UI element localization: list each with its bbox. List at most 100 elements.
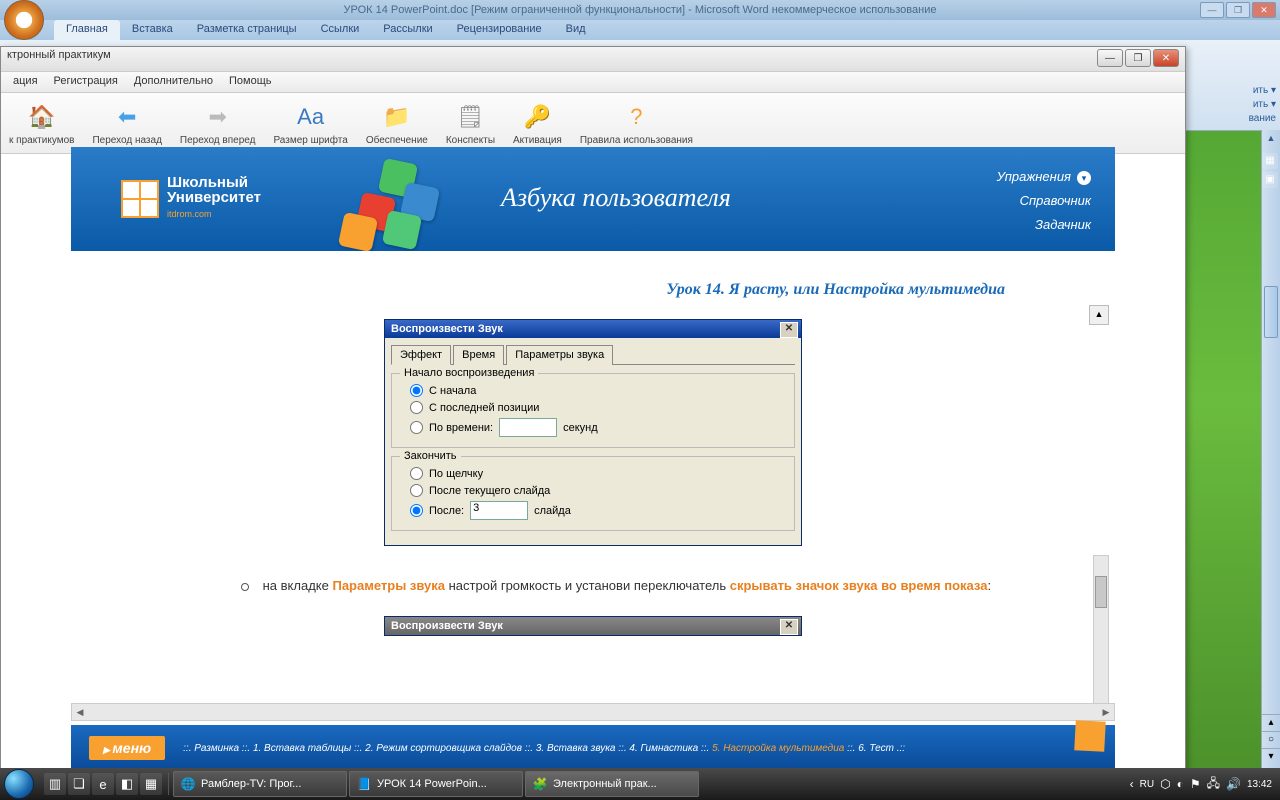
sound-dialog-2-close-button[interactable]: ✕ bbox=[780, 619, 798, 635]
word-prev-page[interactable]: ▴ bbox=[1262, 714, 1280, 731]
toolbar-icon: Aa bbox=[295, 101, 327, 133]
word-ribbon-tabs: ГлавнаяВставкаРазметка страницыСсылкиРас… bbox=[0, 20, 1280, 40]
breadcrumb-item[interactable]: 6. Тест bbox=[858, 743, 894, 754]
toolbar-button[interactable]: 🏠к практикумов bbox=[9, 101, 74, 146]
banner-link[interactable]: Справочник bbox=[997, 189, 1091, 213]
time-spinner[interactable] bbox=[499, 418, 557, 437]
playback-start-group: Начало воспроизведения С начала С послед… bbox=[391, 373, 795, 448]
word-browse-object[interactable]: ○ bbox=[1262, 731, 1280, 748]
playback-start-legend: Начало воспроизведения bbox=[400, 367, 538, 379]
taskbar-task[interactable]: 📘УРОК 14 PowerPoin... bbox=[349, 771, 523, 797]
tray-volume-icon[interactable]: 🔊 bbox=[1226, 777, 1241, 791]
word-scroll-up[interactable]: ▲ bbox=[1262, 130, 1280, 146]
ribbon-tab[interactable]: Вставка bbox=[120, 20, 185, 40]
gadget-icon[interactable]: ▦ bbox=[1262, 153, 1278, 169]
breadcrumb-item[interactable]: 2. Режим сортировщика слайдов bbox=[365, 743, 522, 754]
radio-after-n[interactable] bbox=[410, 504, 423, 517]
dialog-tab[interactable]: Параметры звука bbox=[506, 345, 613, 365]
app-close-button[interactable]: ✕ bbox=[1153, 49, 1179, 67]
ql-app-icon[interactable]: ◧ bbox=[116, 773, 138, 795]
ql-ie-icon[interactable]: e bbox=[92, 773, 114, 795]
banner-link[interactable]: Упражнения▾ bbox=[997, 165, 1091, 189]
ribbon-tab[interactable]: Рецензирование bbox=[445, 20, 554, 40]
sound-dialog-2-titlebar: Воспроизвести Звук ✕ bbox=[385, 617, 801, 635]
footer-menu-button[interactable]: меню bbox=[89, 736, 165, 760]
sound-dialog: Воспроизвести Звук ✕ ЭффектВремяПараметр… bbox=[384, 319, 802, 546]
content-vscroll[interactable] bbox=[1093, 555, 1109, 707]
ql-show-desktop[interactable]: ▥ bbox=[44, 773, 66, 795]
hscroll-right[interactable]: ▶ bbox=[1098, 707, 1114, 718]
menu-item[interactable]: Дополнительно bbox=[126, 72, 221, 92]
scroll-up-button[interactable]: ▲ bbox=[1089, 305, 1109, 325]
breadcrumb-item[interactable]: 5. Настройка мультимедиа bbox=[712, 743, 844, 754]
ribbon-tab[interactable]: Ссылки bbox=[309, 20, 372, 40]
ribbon-tab[interactable]: Главная bbox=[54, 20, 120, 40]
system-tray: ‹ RU ⬡ ◐ ⚑ 🖧 🔊 13:42 bbox=[1130, 774, 1280, 795]
content-frame: Школьный Университет itdrom.com Азбука п… bbox=[71, 147, 1115, 721]
banner-cubes-decoration bbox=[341, 157, 441, 247]
dialog-tab[interactable]: Время bbox=[453, 345, 504, 365]
start-button[interactable] bbox=[0, 768, 38, 800]
app-maximize-button[interactable]: ❐ bbox=[1125, 49, 1151, 67]
radio-after-slide-label: После текущего слайда bbox=[429, 485, 550, 497]
tray-clock[interactable]: 13:42 bbox=[1247, 779, 1272, 790]
toolbar-button[interactable]: 📁Обеспечение bbox=[366, 101, 428, 146]
breadcrumb-item[interactable]: Разминка bbox=[194, 743, 239, 754]
playback-end-legend: Закончить bbox=[400, 450, 461, 462]
tray-lang[interactable]: RU bbox=[1140, 779, 1154, 790]
toolbar-button[interactable]: AaРазмер шрифта bbox=[273, 101, 347, 146]
ribbon-tab[interactable]: Вид bbox=[554, 20, 598, 40]
site-logo[interactable]: Школьный Университет itdrom.com bbox=[121, 175, 261, 222]
slides-spinner[interactable]: 3 bbox=[470, 501, 528, 520]
breadcrumb-item[interactable]: 4. Гимнастика bbox=[629, 743, 698, 754]
content-hscroll[interactable]: ◀▶ bbox=[71, 703, 1115, 721]
taskbar-task[interactable]: 🌐Рамблер-TV: Прог... bbox=[173, 771, 347, 797]
breadcrumb-item[interactable]: 1. Вставка таблицы bbox=[253, 743, 351, 754]
word-next-page[interactable]: ▾ bbox=[1262, 748, 1280, 765]
toolbar-button[interactable]: 🗒Конспекты bbox=[446, 101, 495, 146]
tray-icon[interactable]: ◐ bbox=[1177, 777, 1184, 791]
toolbar-button[interactable]: 🔑Активация bbox=[513, 101, 562, 146]
sound-dialog-2: Воспроизвести Звук ✕ bbox=[384, 616, 802, 636]
tray-icon[interactable]: ⬡ bbox=[1160, 777, 1170, 791]
toolbar-button[interactable]: ⬅Переход назад bbox=[92, 101, 161, 146]
taskbar-task[interactable]: 🧩Электронный прак... bbox=[525, 771, 699, 797]
ribbon-tab[interactable]: Рассылки bbox=[371, 20, 444, 40]
word-close-button[interactable]: ✕ bbox=[1252, 2, 1276, 18]
dialog-tab[interactable]: Эффект bbox=[391, 345, 451, 365]
radio-on-click[interactable] bbox=[410, 467, 423, 480]
radio-from-last[interactable] bbox=[410, 401, 423, 414]
start-orb-icon bbox=[4, 769, 34, 799]
office-button[interactable] bbox=[4, 0, 44, 40]
practicum-window: ктронный практикум — ❐ ✕ ацияРегистрация… bbox=[0, 46, 1186, 772]
time-unit-label: секунд bbox=[563, 422, 598, 434]
vscroll-thumb[interactable] bbox=[1095, 576, 1107, 608]
practicum-toolbar: 🏠к практикумов ⬅Переход назад ➡Переход впе… bbox=[1, 93, 1185, 154]
menu-item[interactable]: Помощь bbox=[221, 72, 280, 92]
radio-after-slide[interactable] bbox=[410, 484, 423, 497]
word-maximize-button[interactable]: ❐ bbox=[1226, 2, 1250, 18]
task-icon: 🧩 bbox=[532, 776, 548, 792]
tray-icon[interactable]: ⚑ bbox=[1190, 777, 1201, 791]
ql-app-icon[interactable]: ▦ bbox=[140, 773, 162, 795]
word-minimize-button[interactable]: — bbox=[1200, 2, 1224, 18]
toolbar-button[interactable]: ?Правила использования bbox=[580, 101, 693, 146]
breadcrumb-item[interactable]: 3. Вставка звука bbox=[536, 743, 616, 754]
slides-unit-label: слайда bbox=[534, 505, 571, 517]
tray-expand-icon[interactable]: ‹ bbox=[1130, 777, 1134, 791]
practicum-title-text: ктронный практикум bbox=[7, 49, 111, 61]
tray-network-icon[interactable]: 🖧 bbox=[1207, 774, 1220, 795]
sound-dialog-close-button[interactable]: ✕ bbox=[780, 322, 798, 338]
toolbar-button[interactable]: ➡Переход вперед bbox=[180, 101, 256, 146]
menu-item[interactable]: ация bbox=[5, 72, 46, 92]
gadget-icon[interactable]: ▣ bbox=[1262, 172, 1278, 188]
ribbon-tab[interactable]: Разметка страницы bbox=[185, 20, 309, 40]
menu-item[interactable]: Регистрация bbox=[46, 72, 126, 92]
sidebar-gadgets: ▦ ▣ bbox=[1262, 150, 1280, 580]
app-minimize-button[interactable]: — bbox=[1097, 49, 1123, 67]
radio-from-start[interactable] bbox=[410, 384, 423, 397]
banner-link[interactable]: Задачник bbox=[997, 213, 1091, 237]
radio-by-time[interactable] bbox=[410, 421, 423, 434]
hscroll-left[interactable]: ◀ bbox=[72, 707, 88, 718]
ql-switch-windows[interactable]: ❏ bbox=[68, 773, 90, 795]
